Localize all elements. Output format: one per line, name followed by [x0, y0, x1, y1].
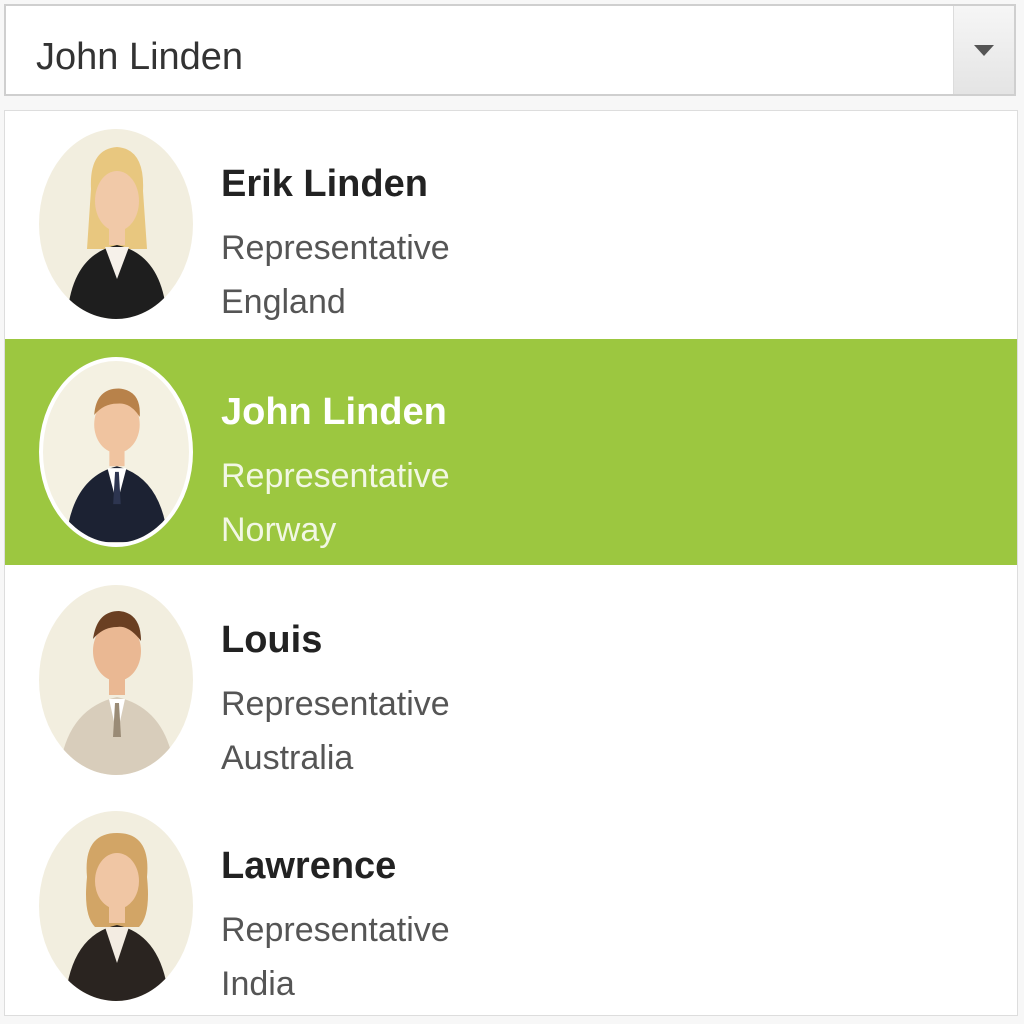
list-item[interactable]: Louis Representative Australia — [5, 567, 1017, 793]
item-country: England — [221, 283, 346, 321]
list-item[interactable]: Lawrence Representative India — [5, 793, 1017, 1015]
item-name: John Linden — [221, 391, 447, 433]
item-name: Erik Linden — [221, 163, 428, 205]
item-role: Representative — [221, 911, 450, 949]
avatar — [39, 811, 193, 1001]
item-country: Australia — [221, 739, 354, 777]
dropdown-list[interactable]: Erik Linden Representative England John … — [4, 110, 1018, 1016]
item-name: Lawrence — [221, 845, 397, 887]
item-role: Representative — [221, 457, 450, 495]
employee-combobox[interactable]: John Linden — [4, 4, 1016, 96]
item-role: Representative — [221, 229, 450, 267]
avatar — [39, 129, 193, 319]
list-item[interactable]: Erik Linden Representative England — [5, 111, 1017, 337]
list-item-selected[interactable]: John Linden Representative Norway — [5, 339, 1017, 565]
combobox-selected-value[interactable]: John Linden — [36, 36, 243, 79]
triangle-down-icon — [974, 44, 994, 56]
item-country: India — [221, 965, 295, 1003]
item-country: Norway — [221, 511, 337, 549]
avatar — [39, 585, 193, 775]
item-name: Louis — [221, 619, 323, 661]
item-role: Representative — [221, 685, 450, 723]
dropdown-toggle-button[interactable] — [953, 6, 1014, 94]
avatar — [39, 357, 193, 547]
